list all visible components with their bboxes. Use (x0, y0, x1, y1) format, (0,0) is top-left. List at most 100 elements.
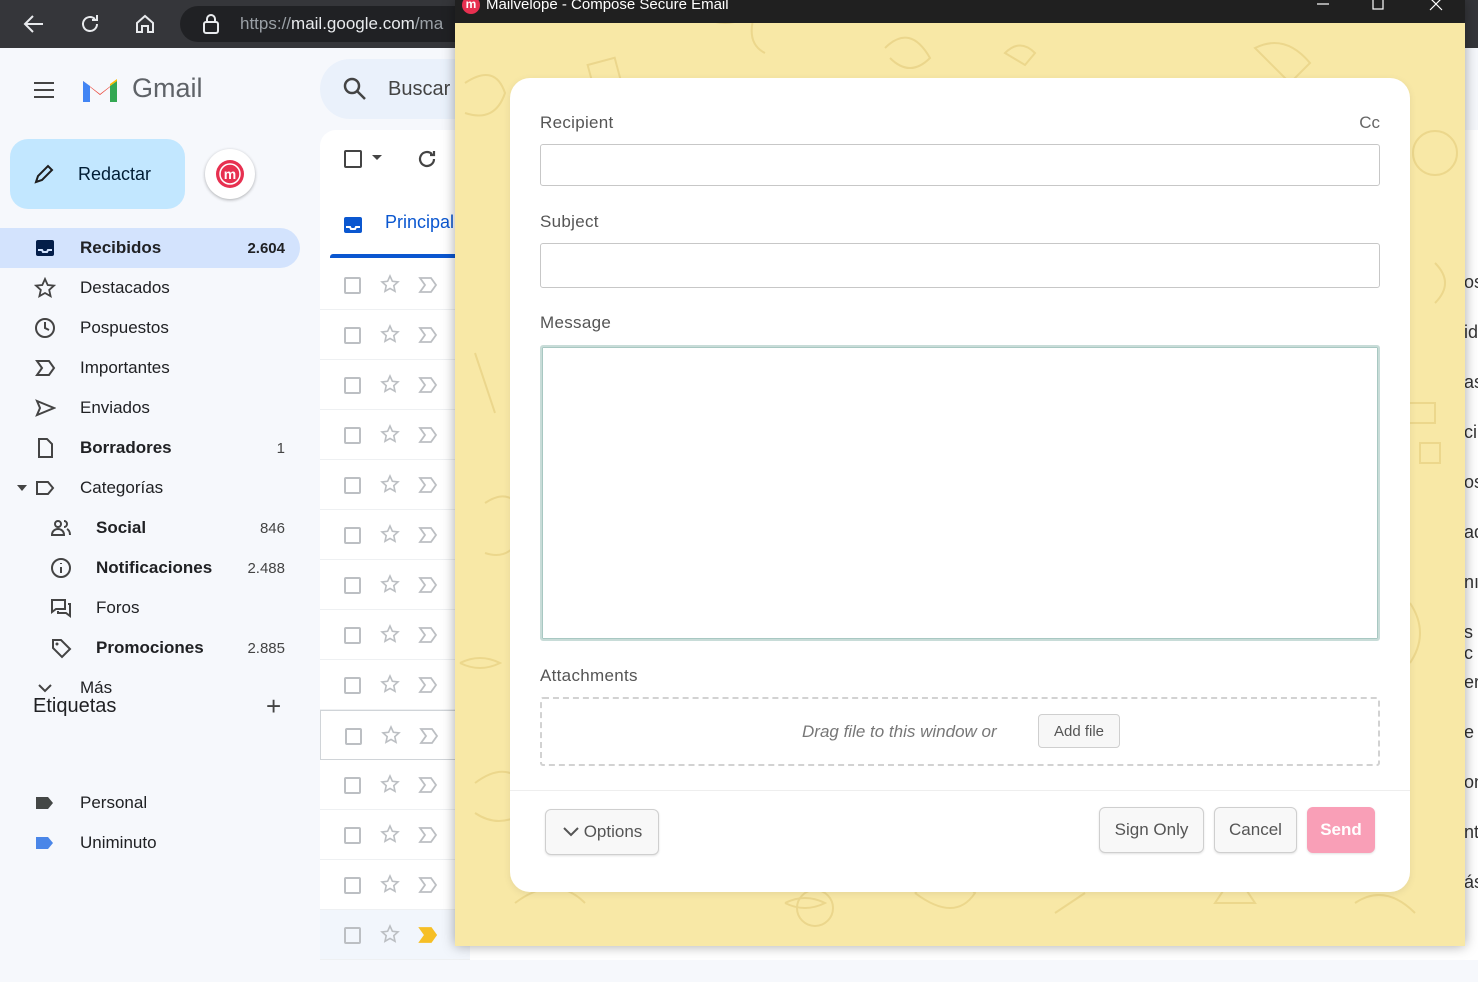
nav-important[interactable]: Importantes (0, 348, 300, 388)
mail-row[interactable] (320, 410, 470, 460)
cancel-button[interactable]: Cancel (1214, 807, 1297, 853)
options-button[interactable]: Options (545, 809, 659, 855)
recipient-input[interactable] (540, 144, 1380, 186)
star-icon[interactable] (380, 474, 400, 494)
message-textarea[interactable] (540, 345, 1380, 641)
nav-sent[interactable]: Enviados (0, 388, 300, 428)
star-icon[interactable] (380, 424, 400, 444)
label-uniminuto[interactable]: Uniminuto (0, 823, 300, 863)
subject-input[interactable] (540, 243, 1380, 288)
caret-down-icon[interactable] (16, 484, 28, 492)
label-personal[interactable]: Personal (0, 783, 300, 823)
important-marker-icon[interactable] (418, 526, 438, 544)
important-marker-icon[interactable] (418, 326, 438, 344)
row-checkbox[interactable] (344, 577, 361, 594)
nav-social[interactable]: Social 846 (0, 508, 300, 548)
important-marker-icon[interactable] (419, 727, 439, 745)
star-icon[interactable] (380, 274, 400, 294)
mail-row[interactable] (320, 860, 470, 910)
star-icon[interactable] (380, 624, 400, 644)
mail-row[interactable] (320, 710, 470, 760)
star-icon[interactable] (380, 324, 400, 344)
row-checkbox[interactable] (344, 427, 361, 444)
refresh-icon[interactable] (416, 148, 438, 170)
nav-starred[interactable]: Destacados (0, 268, 300, 308)
add-label-icon[interactable]: + (266, 693, 281, 719)
important-marker-icon[interactable] (418, 626, 438, 644)
mail-row[interactable] (320, 760, 470, 810)
nav-drafts[interactable]: Borradores 1 (0, 428, 300, 468)
search-icon[interactable] (342, 76, 368, 102)
nav-notifications[interactable]: Notificaciones 2.488 (0, 548, 300, 588)
compose-button[interactable]: Redactar (10, 139, 185, 209)
row-checkbox[interactable] (344, 677, 361, 694)
important-marker-icon[interactable] (418, 576, 438, 594)
home-icon[interactable] (129, 8, 161, 40)
mail-row[interactable] (320, 610, 470, 660)
important-marker-icon[interactable] (418, 776, 438, 794)
star-icon[interactable] (380, 874, 400, 894)
tab-primary[interactable]: Principal (330, 190, 470, 258)
row-checkbox[interactable] (344, 277, 361, 294)
nav-categories[interactable]: Categorías (0, 468, 300, 508)
star-icon[interactable] (380, 674, 400, 694)
select-all-checkbox[interactable] (344, 150, 362, 168)
important-marker-icon[interactable] (418, 676, 438, 694)
row-checkbox[interactable] (344, 827, 361, 844)
mail-row[interactable] (320, 260, 470, 310)
mail-row[interactable] (320, 310, 470, 360)
send-button[interactable]: Send (1307, 807, 1375, 853)
back-icon[interactable] (18, 8, 50, 40)
mail-row[interactable] (320, 560, 470, 610)
row-checkbox[interactable] (344, 877, 361, 894)
row-checkbox[interactable] (344, 527, 361, 544)
important-marker-icon[interactable] (418, 276, 438, 294)
star-icon[interactable] (381, 725, 401, 745)
mailvelope-extension-button[interactable]: m (205, 149, 255, 199)
mail-row[interactable] (320, 510, 470, 560)
row-checkbox[interactable] (344, 327, 361, 344)
address-bar[interactable]: https://mail.google.com/ma (180, 6, 480, 42)
mail-row[interactable] (320, 460, 470, 510)
row-checkbox[interactable] (344, 777, 361, 794)
sign-only-button[interactable]: Sign Only (1099, 807, 1204, 853)
row-checkbox[interactable] (345, 728, 362, 745)
menu-icon[interactable] (32, 78, 56, 102)
star-icon[interactable] (380, 574, 400, 594)
star-icon[interactable] (380, 924, 400, 944)
window-title: Mailvelope - Compose Secure Email (486, 0, 729, 13)
maximize-icon[interactable] (1366, 0, 1390, 18)
important-marker-icon[interactable] (418, 426, 438, 444)
label-name: Uniminuto (80, 833, 157, 852)
minimize-icon[interactable] (1311, 0, 1335, 18)
close-icon[interactable] (1424, 0, 1448, 18)
important-marker-icon[interactable] (418, 876, 438, 894)
important-marker-icon[interactable] (418, 826, 438, 844)
star-icon[interactable] (380, 774, 400, 794)
reload-icon[interactable] (74, 8, 106, 40)
gmail-logo[interactable]: Gmail (80, 73, 203, 104)
row-checkbox[interactable] (344, 377, 361, 394)
nav-forums[interactable]: Foros (0, 588, 300, 628)
add-file-button[interactable]: Add file (1038, 714, 1120, 748)
mail-row[interactable] (320, 360, 470, 410)
star-icon[interactable] (380, 824, 400, 844)
star-icon[interactable] (380, 524, 400, 544)
attachment-dropzone[interactable]: Drag file to this window or Add file (540, 697, 1380, 766)
nav-inbox[interactable]: Recibidos 2.604 (0, 228, 300, 268)
mail-row[interactable] (320, 910, 470, 960)
important-marker-icon[interactable] (418, 476, 438, 494)
row-checkbox[interactable] (344, 627, 361, 644)
compose-label: Redactar (78, 163, 152, 184)
important-marker-icon[interactable] (418, 376, 438, 394)
mail-row[interactable] (320, 810, 470, 860)
cc-link[interactable]: Cc (1359, 113, 1380, 133)
star-icon[interactable] (380, 374, 400, 394)
select-caret-icon[interactable] (372, 155, 382, 160)
row-checkbox[interactable] (344, 927, 361, 944)
nav-promotions[interactable]: Promociones 2.885 (0, 628, 300, 668)
mail-row[interactable] (320, 660, 470, 710)
row-checkbox[interactable] (344, 477, 361, 494)
important-marker-icon[interactable] (418, 926, 438, 944)
nav-snoozed[interactable]: Pospuestos (0, 308, 300, 348)
